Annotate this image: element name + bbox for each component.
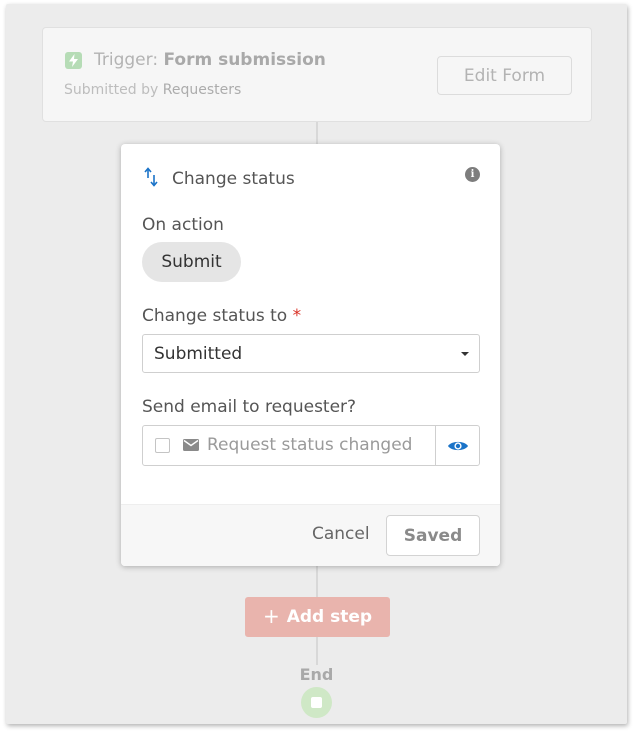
status-select[interactable]: Submitted [142, 334, 480, 373]
cancel-button[interactable]: Cancel [312, 524, 370, 544]
send-email-checkbox[interactable] [155, 438, 170, 453]
email-template-name: Request status changed [207, 435, 413, 455]
trigger-card: Trigger: Form submission Submitted by Re… [42, 27, 592, 122]
trigger-sub-value: Requesters [162, 82, 242, 98]
saved-button[interactable]: Saved [386, 515, 480, 556]
stop-icon [311, 697, 322, 708]
edit-form-button[interactable]: Edit Form [437, 56, 572, 95]
trigger-prefix: Trigger: [94, 50, 159, 70]
email-template-field: Request status changed [142, 425, 480, 466]
trigger-subtitle: Submitted by Requesters [64, 82, 241, 98]
on-action-label: On action [142, 215, 224, 235]
trigger-name: Form submission [163, 50, 326, 70]
action-chip-submit[interactable]: Submit [142, 242, 241, 282]
eye-icon [447, 441, 468, 450]
required-marker: * [292, 306, 302, 326]
change-status-label-text: Change status to [142, 306, 288, 326]
status-select-value: Submitted [154, 344, 243, 364]
send-email-label: Send email to requester? [142, 397, 357, 417]
connector-line-bottom [316, 637, 318, 665]
add-step-label: Add step [286, 607, 373, 627]
change-status-label: Change status to * [142, 306, 301, 326]
change-status-dialog: Change status i On action Submit Change … [121, 144, 500, 566]
chevron-down-icon [461, 352, 469, 356]
end-node [301, 687, 332, 718]
end-label: End [299, 665, 334, 684]
lightning-icon [65, 52, 82, 69]
add-step-button[interactable]: + Add step [245, 597, 390, 637]
dialog-footer: Cancel Saved [121, 504, 500, 566]
connector-line-middle [316, 566, 318, 597]
mail-icon [183, 439, 199, 451]
trigger-sub-prefix: Submitted by [64, 82, 159, 98]
dialog-title: Change status [172, 169, 295, 189]
dialog-header: Change status i [143, 167, 480, 191]
info-icon[interactable]: i [465, 167, 480, 182]
plus-icon: + [262, 604, 280, 628]
swap-arrows-icon [144, 167, 158, 187]
trigger-title: Trigger: Form submission [94, 50, 326, 70]
preview-email-button[interactable] [435, 426, 479, 465]
